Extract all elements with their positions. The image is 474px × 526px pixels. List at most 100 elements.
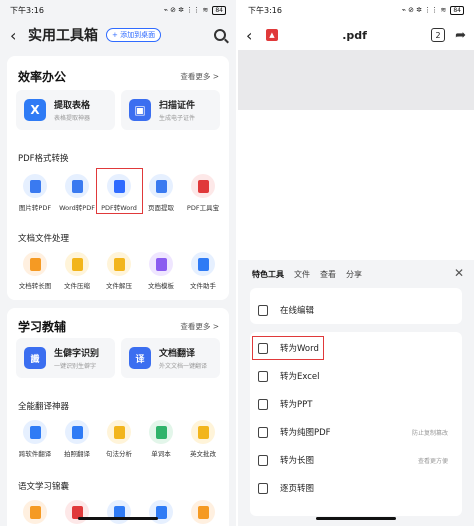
- document-page: [238, 110, 474, 260]
- action-to-excel[interactable]: 转为Excel: [250, 362, 462, 390]
- pdf-toolkit-icon: [191, 174, 215, 198]
- tab-share[interactable]: 分享: [346, 269, 362, 280]
- feature-desc: 表格提取神器: [54, 115, 91, 122]
- document-preview-area: [238, 50, 474, 110]
- home-indicator: [78, 517, 158, 520]
- action-page-to-image[interactable]: 逐页转图: [250, 474, 462, 502]
- tool-english-correction[interactable]: 英文批改: [181, 420, 225, 458]
- pdf-viewer-screen: 下午3:16 ⌁ ⊘ ✲ ⋮⋮ ≋ 84 ‹ ▲ .pdf 2 ➦ 特色工具 文…: [238, 0, 474, 526]
- highlight-pdf-to-word: [96, 168, 143, 214]
- excel-icon: X: [24, 99, 46, 121]
- efficiency-see-more[interactable]: 查看更多 >: [180, 71, 219, 82]
- tool-photo-translate[interactable]: 拍照翻译: [55, 420, 99, 458]
- feature-desc: 一键识别生僻字: [54, 363, 97, 370]
- edit-icon: [258, 304, 268, 316]
- sheet-tabs: 特色工具 文件 查看 分享: [252, 269, 362, 280]
- image-pdf-icon: [23, 174, 47, 198]
- action-label: 转为Excel: [280, 372, 320, 382]
- decompress-icon: [107, 252, 131, 276]
- feature-doc-translate[interactable]: 译 文档翻译 外文文档一键翻译: [121, 338, 220, 378]
- status-icons: ⌁ ⊘ ✲ ⋮⋮ ≋ 84: [401, 5, 464, 15]
- share-icon[interactable]: ➦: [455, 28, 466, 43]
- signal-icons: ⌁ ⊘ ✲ ⋮⋮ ≋: [401, 6, 447, 14]
- tool-chinese-5[interactable]: [181, 500, 225, 524]
- page-title: 实用工具箱: [28, 28, 98, 44]
- tool-chinese-4[interactable]: [139, 500, 183, 524]
- compress-icon: [65, 252, 89, 276]
- tab-features[interactable]: 特色工具: [252, 269, 284, 280]
- pdf-file-icon: ▲: [266, 29, 278, 41]
- back-icon[interactable]: ‹: [246, 26, 260, 45]
- battery-icon: 84: [450, 5, 464, 15]
- status-bar: 下午3:16 ⌁ ⊘ ✲ ⋮⋮ ≋ 84: [0, 0, 236, 20]
- tool-label: 单词本: [151, 450, 171, 458]
- tool-word-to-pdf[interactable]: Word转PDF: [55, 174, 99, 212]
- chinese-tool-icon: [23, 500, 47, 524]
- status-time: 下午3:16: [248, 5, 282, 15]
- tool-decompress[interactable]: 文件解压: [97, 252, 141, 290]
- file-title: .pdf: [342, 28, 367, 42]
- add-to-desktop-button[interactable]: + 添加到桌面: [106, 28, 162, 42]
- tool-label: PDF工具宝: [186, 204, 220, 212]
- feature-scan-id[interactable]: ▣ 扫描证件 生成电子证件: [121, 90, 220, 130]
- chinese-tool-icon: [149, 500, 173, 524]
- action-label: 在线编辑: [280, 306, 315, 316]
- feature-name: 扫描证件: [159, 101, 196, 111]
- chinese-tool-icon: [65, 500, 89, 524]
- long-image-convert-icon: [258, 454, 268, 466]
- page-count-badge[interactable]: 2: [431, 28, 446, 42]
- page-image-icon: [258, 482, 268, 494]
- feature-extract-table[interactable]: X 提取表格 表格提取神器: [16, 90, 115, 130]
- close-icon[interactable]: ✕: [454, 266, 464, 280]
- tool-syntax-analysis[interactable]: 句法分析: [97, 420, 141, 458]
- tab-view[interactable]: 查看: [320, 269, 336, 280]
- syntax-icon: [107, 420, 131, 444]
- tab-file[interactable]: 文件: [294, 269, 310, 280]
- tool-pdf-toolkit[interactable]: PDF工具宝: [181, 174, 225, 212]
- tool-chinese-3[interactable]: [97, 500, 141, 524]
- highlight-to-word: [252, 336, 324, 360]
- action-to-image-pdf[interactable]: 转为纯图PDF 防止复制篡改: [250, 418, 462, 446]
- battery-icon: 84: [212, 5, 226, 15]
- home-indicator: [316, 517, 396, 520]
- cross-translate-icon: [23, 420, 47, 444]
- action-label: 转为纯图PDF: [280, 428, 331, 438]
- tool-chinese-2[interactable]: [55, 500, 99, 524]
- tool-page-extract[interactable]: 页面提取: [139, 174, 183, 212]
- feature-rare-char[interactable]: 識 生僻字识别 一键识别生僻字: [16, 338, 115, 378]
- translate-section-label: 全能翻译神器: [18, 402, 70, 412]
- correction-icon: [191, 420, 215, 444]
- chinese-tool-icon: [191, 500, 215, 524]
- action-online-edit[interactable]: 在线编辑: [250, 296, 462, 324]
- tool-image-to-pdf[interactable]: 图片转PDF: [13, 174, 57, 212]
- tool-compress[interactable]: 文件压缩: [55, 252, 99, 290]
- back-icon[interactable]: ‹: [10, 26, 24, 45]
- translate-icon: 译: [129, 347, 151, 369]
- chinese-section-label: 语文学习锦囊: [18, 482, 70, 492]
- feature-name: 提取表格: [54, 101, 91, 111]
- tool-wordbook[interactable]: 单词本: [139, 420, 183, 458]
- search-icon[interactable]: [214, 29, 226, 41]
- feature-name: 文档翻译: [159, 349, 196, 359]
- tools-bottom-sheet: 特色工具 文件 查看 分享 ✕ 在线编辑 转为Word 转为Excel 转为PP…: [238, 262, 474, 526]
- tool-cross-app-translate[interactable]: 跨软件翻译: [13, 420, 57, 458]
- tool-chinese-1[interactable]: [13, 500, 57, 524]
- tool-label: 文件助手: [190, 282, 216, 290]
- tool-doc-template[interactable]: 文档模板: [139, 252, 183, 290]
- tool-file-assistant[interactable]: 文件助手: [181, 252, 225, 290]
- word-pdf-icon: [65, 174, 89, 198]
- action-to-ppt[interactable]: 转为PPT: [250, 390, 462, 418]
- feature-desc: 生成电子证件: [159, 115, 196, 122]
- long-image-icon: [23, 252, 47, 276]
- action-note: 防止复制篡改: [411, 429, 448, 437]
- rare-char-icon: 識: [24, 347, 46, 369]
- page-extract-icon: [149, 174, 173, 198]
- tool-label: Word转PDF: [59, 204, 95, 212]
- toolbox-header: ‹ 实用工具箱 + 添加到桌面: [0, 20, 236, 50]
- study-see-more[interactable]: 查看更多 >: [180, 321, 219, 332]
- tool-doc-to-long-image[interactable]: 文档转长图: [13, 252, 57, 290]
- tool-label: 拍照翻译: [64, 450, 90, 458]
- action-to-long-image[interactable]: 转为长图 查看更方便: [250, 446, 462, 474]
- action-label: 转为PPT: [280, 400, 313, 410]
- tool-label: 文档转长图: [18, 282, 52, 290]
